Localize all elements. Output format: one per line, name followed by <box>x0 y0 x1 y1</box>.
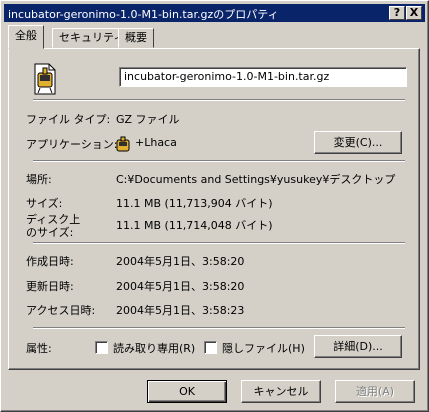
file-type-label: ファイル タイプ: <box>26 113 111 126</box>
modified-value: 2004年5月1日、3:58:20 <box>116 280 245 293</box>
separator <box>33 327 405 329</box>
change-button[interactable]: 変更(C)... <box>314 131 402 154</box>
created-value: 2004年5月1日、3:58:20 <box>116 255 245 268</box>
tab-summary[interactable]: 概要 <box>118 28 154 48</box>
lhaca-app-icon <box>116 136 130 152</box>
cancel-button[interactable]: キャンセル <box>241 380 321 403</box>
location-value: C:¥Documents and Settings¥yusukey¥デスクトップ <box>116 173 396 186</box>
application-value: +Lhaca <box>135 136 177 149</box>
hidden-checkbox[interactable] <box>204 341 217 354</box>
location-label: 場所: <box>26 173 52 186</box>
size-value: 11.1 MB (11,713,904 バイト) <box>116 197 273 210</box>
readonly-label[interactable]: 読み取り専用(R) <box>113 340 195 356</box>
window-title: incubator-geronimo-1.0-M1-bin.tar.gzのプロパ… <box>8 8 279 21</box>
tab-general[interactable]: 全般 <box>8 25 44 49</box>
modified-label: 更新日時: <box>26 280 74 293</box>
close-button[interactable]: X <box>406 6 422 20</box>
properties-dialog: incubator-geronimo-1.0-M1-bin.tar.gzのプロパ… <box>0 0 429 412</box>
application-label: アプリケーション: <box>26 138 118 151</box>
readonly-checkbox[interactable] <box>95 341 108 354</box>
disk-size-label-line2: のサイズ: <box>26 226 74 239</box>
separator <box>33 160 405 162</box>
file-name-field[interactable]: incubator-geronimo-1.0-M1-bin.tar.gz <box>119 67 407 87</box>
apply-button[interactable]: 適用(A) <box>335 380 415 403</box>
accessed-label: アクセス日時: <box>26 304 96 317</box>
created-label: 作成日時: <box>26 255 74 268</box>
size-label: サイズ: <box>26 197 63 210</box>
disk-size-value: 11.1 MB (11,714,048 バイト) <box>116 219 273 232</box>
ok-button[interactable]: OK <box>147 380 227 403</box>
general-tab-panel: incubator-geronimo-1.0-M1-bin.tar.gz ファイ… <box>8 48 420 370</box>
hidden-label[interactable]: 隠しファイル(H) <box>222 340 305 356</box>
advanced-button[interactable]: 詳細(D)... <box>314 335 402 358</box>
file-type-value: GZ ファイル <box>116 113 180 126</box>
help-button[interactable]: ? <box>389 6 405 20</box>
accessed-value: 2004年5月1日、3:58:23 <box>116 304 245 317</box>
separator <box>33 99 405 101</box>
title-bar[interactable]: incubator-geronimo-1.0-M1-bin.tar.gzのプロパ… <box>4 4 425 22</box>
separator <box>33 242 405 244</box>
attributes-label: 属性: <box>26 342 52 355</box>
lhaca-archive-icon <box>34 63 56 95</box>
